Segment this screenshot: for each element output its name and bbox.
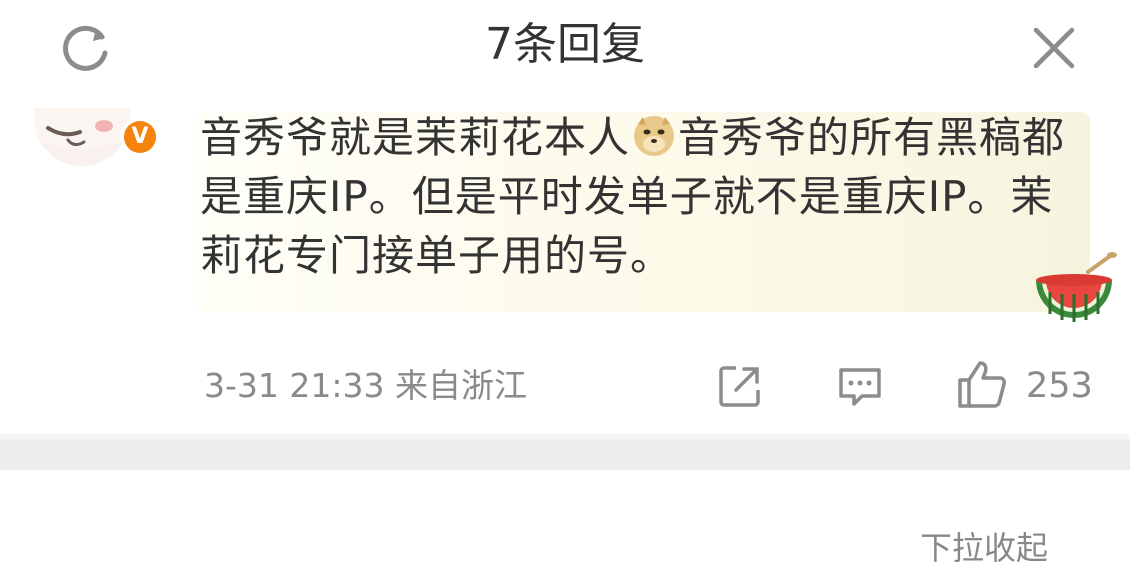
- collapse-hint[interactable]: 下拉收起: [920, 528, 1048, 568]
- close-icon[interactable]: [1030, 24, 1078, 72]
- verified-badge-icon: V: [120, 117, 160, 157]
- doge-emoji-icon: [632, 114, 676, 158]
- watermelon-sticker-icon: [1028, 252, 1120, 326]
- comment-body: 音秀爷就是茉莉花本人 音秀爷的所有黑稿都是重庆IP。但是平时发单子就不是重庆IP…: [200, 108, 1070, 285]
- location: 来自浙江: [395, 366, 527, 405]
- verified-badge-label: V: [124, 121, 156, 153]
- section-divider: [0, 434, 1130, 470]
- timestamp: 3-31 21:33: [204, 366, 385, 405]
- like-count: 253: [1026, 366, 1093, 406]
- header-bar: 7条回复: [0, 0, 1130, 95]
- comment-text-part-1: 音秀爷就是茉莉花本人: [200, 113, 631, 162]
- comment-reply-icon[interactable]: [836, 362, 884, 410]
- share-icon[interactable]: [716, 362, 764, 410]
- thumbs-up-icon[interactable]: [956, 358, 1008, 410]
- avatar[interactable]: [34, 108, 130, 166]
- comment-meta: 3-31 21:33 来自浙江: [204, 361, 527, 411]
- page-title: 7条回复: [485, 19, 645, 70]
